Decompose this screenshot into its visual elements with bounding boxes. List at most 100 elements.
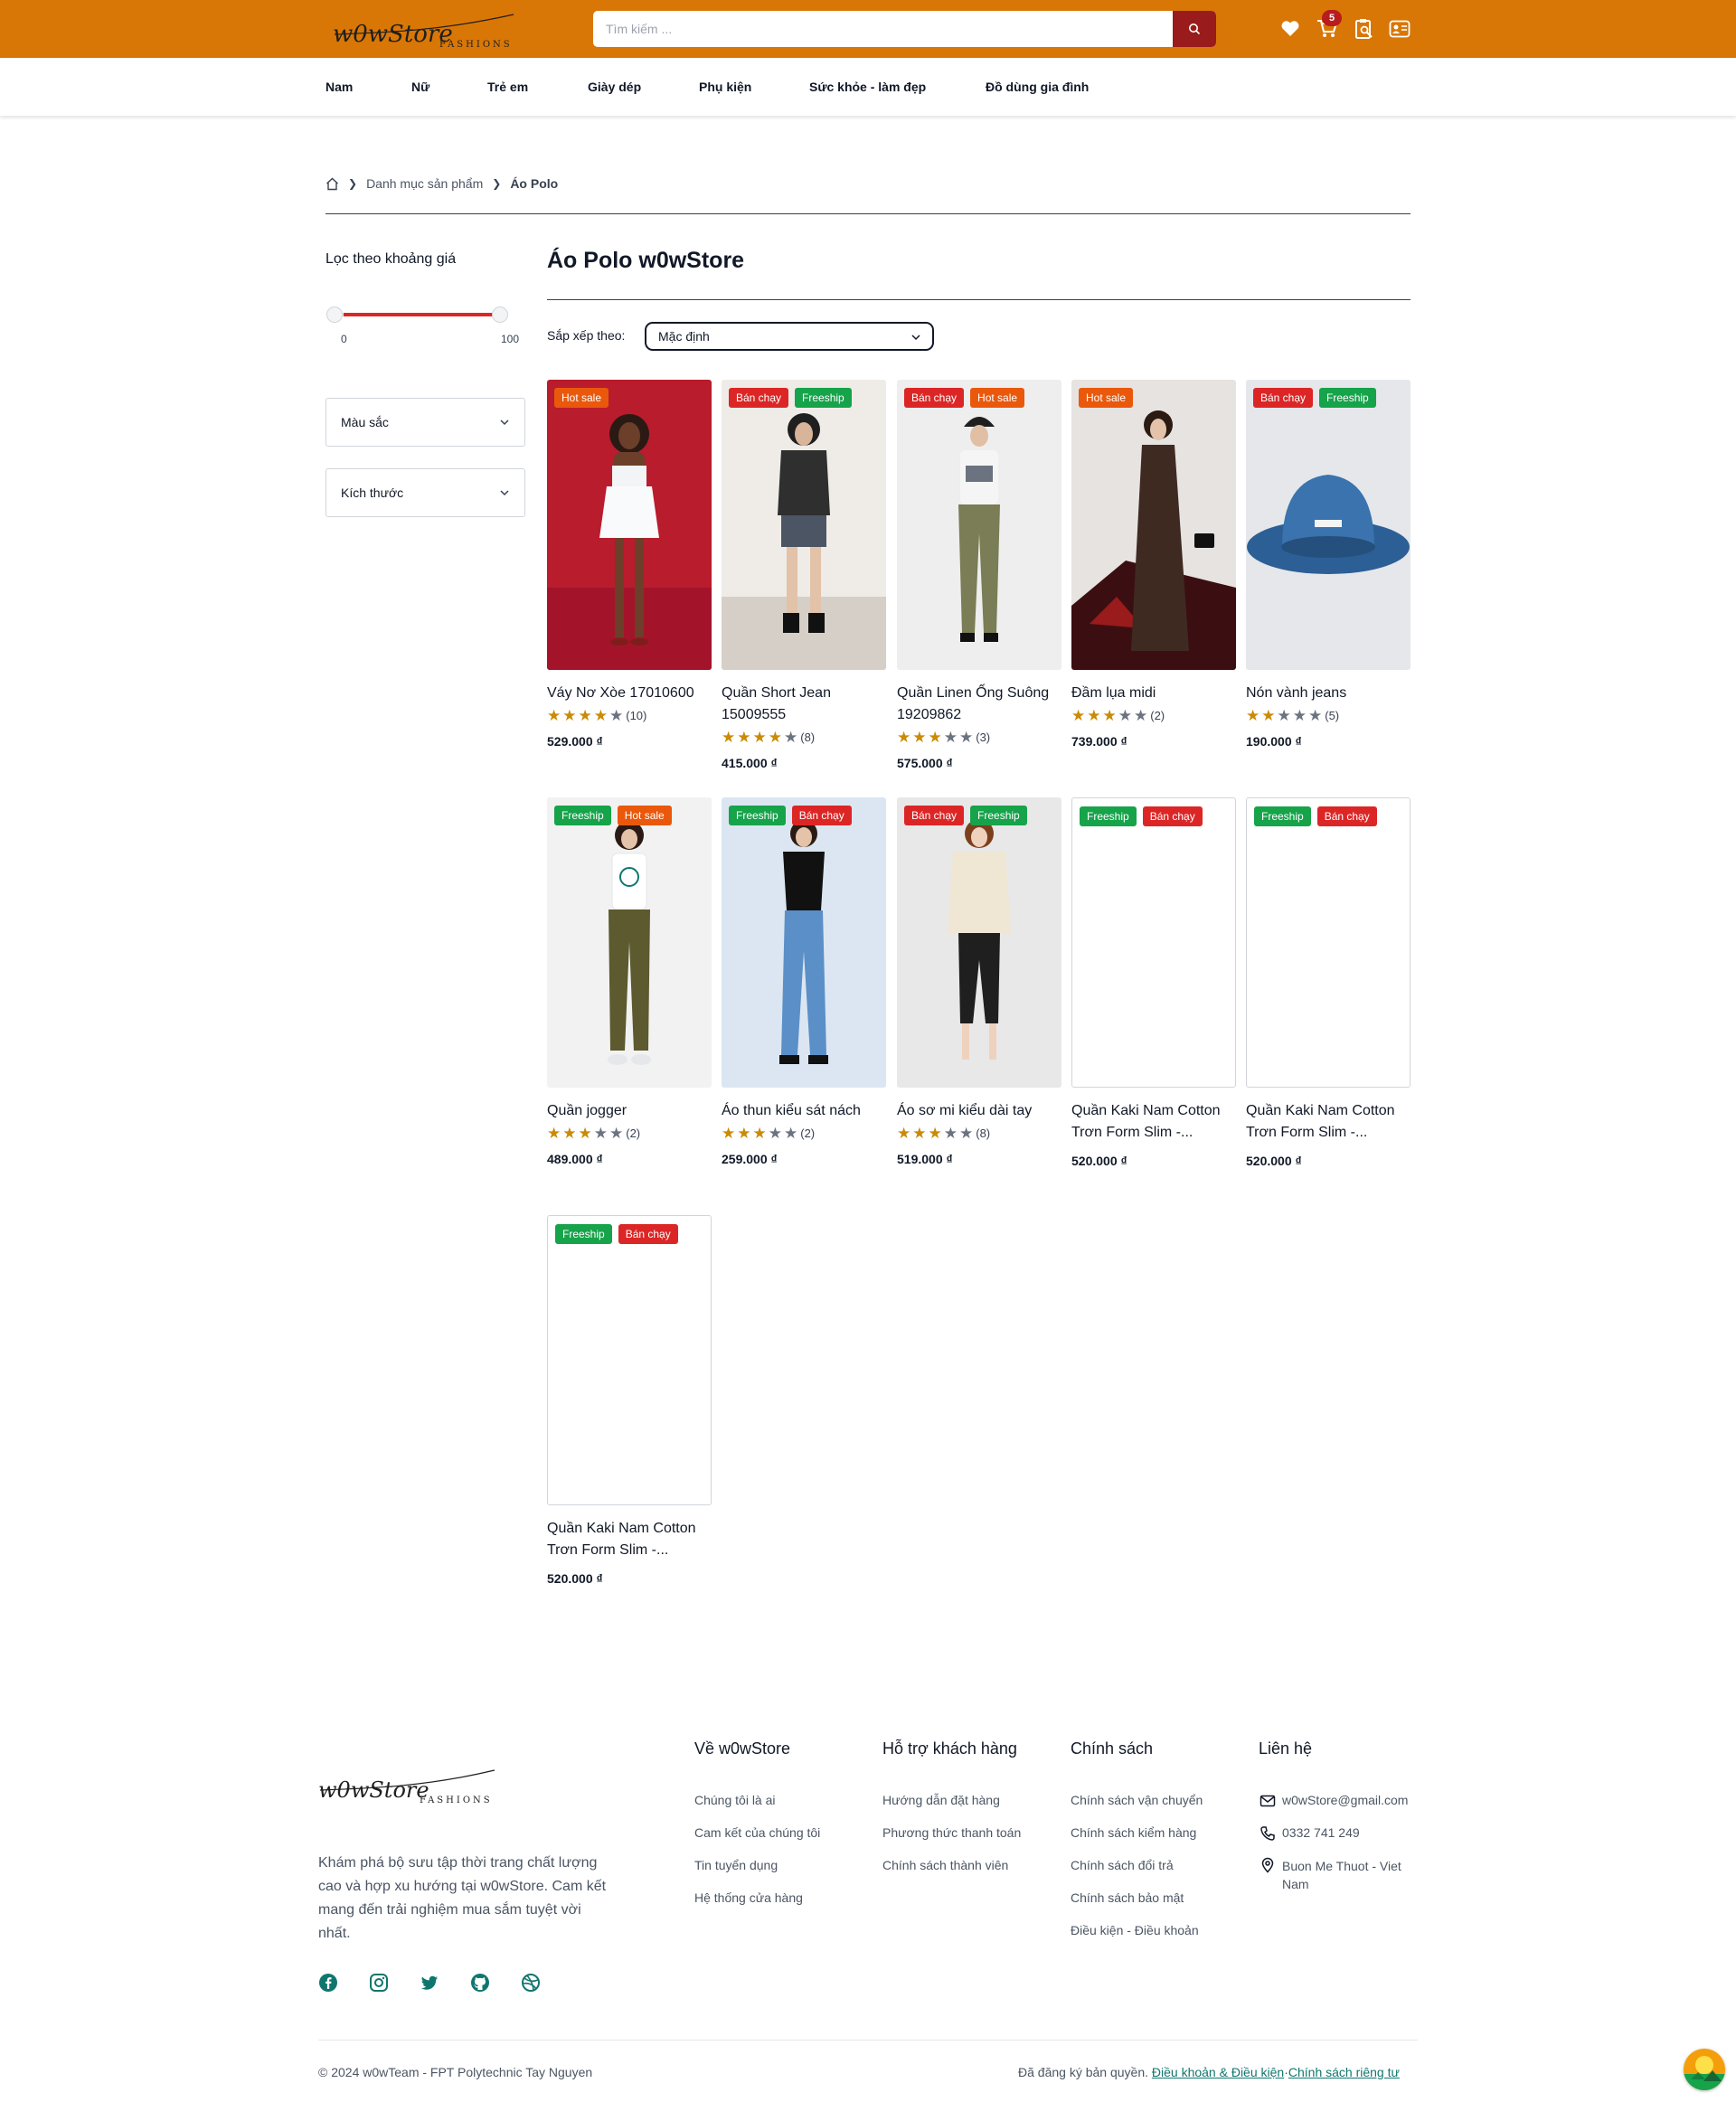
footer-link[interactable]: Hướng dẫn đặt hàng: [882, 1793, 1000, 1807]
terms-link[interactable]: Điều khoản & Điều kiện: [1152, 2065, 1284, 2079]
badge-freeship: Freeship: [554, 806, 611, 825]
chevron-down-icon: [911, 335, 920, 341]
product-name[interactable]: Đầm lụa midi: [1071, 683, 1236, 704]
footer-link[interactable]: Hệ thống cửa hàng: [694, 1890, 803, 1905]
product-card[interactable]: Freeship Bán chạy Quần Kaki Nam Cotton T…: [1246, 797, 1410, 1168]
breadcrumb-category[interactable]: Danh mục sản phẩm: [366, 176, 483, 191]
product-name[interactable]: Áo thun kiểu sát nách: [722, 1100, 886, 1122]
github-icon[interactable]: [470, 1973, 490, 1993]
star-icon: ★: [768, 728, 782, 746]
color-filter-dropdown[interactable]: Màu sắc: [326, 398, 525, 447]
price-range-slider[interactable]: [326, 306, 519, 324]
nav-item-nu[interactable]: Nữ: [411, 80, 429, 94]
product-rating: ★ ★ ★ ★ ★ (10): [547, 706, 712, 724]
size-filter-dropdown[interactable]: Kích thước: [326, 468, 525, 517]
footer-link[interactable]: Chính sách vận chuyển: [1071, 1793, 1203, 1807]
instagram-icon[interactable]: [369, 1973, 389, 1993]
badge-freeship: Freeship: [795, 388, 852, 408]
star-icon: ★: [959, 1124, 974, 1142]
footer-link[interactable]: Chính sách kiểm hàng: [1071, 1825, 1196, 1840]
nav-item-tre-em[interactable]: Trẻ em: [487, 80, 528, 94]
contact-email[interactable]: w0wStore@gmail.com: [1282, 1793, 1408, 1807]
product-name[interactable]: Áo sơ mi kiểu dài tay: [897, 1100, 1061, 1122]
product-card[interactable]: Bán chạy Hot sale Quần Linen Ống Suông 1…: [897, 380, 1061, 770]
user-card-icon[interactable]: [1387, 16, 1412, 42]
footer-logo[interactable]: w0wStore FASHIONS: [318, 1763, 499, 1808]
footer-link[interactable]: Tin tuyển dụng: [694, 1858, 778, 1872]
product-name[interactable]: Váy Nơ Xòe 17010600: [547, 683, 712, 704]
badge-freeship: Freeship: [1319, 388, 1376, 408]
product-card[interactable]: Bán chạy Freeship Nón vành jeans ★ ★ ★ ★ ★ (…: [1246, 380, 1410, 749]
footer-link[interactable]: Chính sách thành viên: [882, 1858, 1008, 1872]
product-image[interactable]: Hot sale: [1071, 380, 1236, 670]
nav-item-giay-dep[interactable]: Giày dép: [588, 80, 641, 94]
product-card[interactable]: Freeship Hot sale Quần jogger ★ ★ ★ ★ ★ (2) …: [547, 797, 712, 1166]
order-search-icon[interactable]: [1352, 16, 1377, 42]
product-image-broken[interactable]: Freeship Bán chạy: [1071, 797, 1236, 1088]
nav-item-nam[interactable]: Nam: [326, 80, 353, 94]
footer-link[interactable]: Chúng tôi là ai: [694, 1793, 776, 1807]
product-image[interactable]: Bán chạy Freeship: [897, 797, 1061, 1088]
nav-item-phu-kien[interactable]: Phụ kiện: [699, 80, 751, 94]
product-price: 529.000 ₫: [547, 734, 603, 749]
contact-phone[interactable]: 0332 741 249: [1282, 1825, 1360, 1840]
product-name[interactable]: Quần Kaki Nam Cotton Trơn Form Slim -...: [547, 1518, 712, 1561]
privacy-link[interactable]: Chính sách riêng tư: [1288, 2065, 1400, 2079]
breadcrumb-current: Áo Polo: [510, 176, 559, 191]
product-card[interactable]: Bán chạy Freeship Áo sơ mi kiểu dài tay …: [897, 797, 1061, 1166]
product-card[interactable]: Bán chạy Freeship Quần Short Jean 150095…: [722, 380, 886, 770]
star-icon: ★: [897, 1124, 911, 1142]
product-name[interactable]: Nón vành jeans: [1246, 683, 1410, 704]
chevron-right-icon: ❯: [492, 177, 502, 190]
product-image[interactable]: Bán chạy Freeship: [722, 380, 886, 670]
badge-best-seller: Bán chạy: [729, 388, 789, 408]
footer-link[interactable]: Chính sách bảo mật: [1071, 1890, 1184, 1905]
divider: [326, 213, 1410, 214]
price-max-label: 100: [501, 333, 520, 345]
product-card[interactable]: Freeship Bán chạy Quần Kaki Nam Cotton T…: [1071, 797, 1236, 1168]
footer-link[interactable]: Chính sách đổi trả: [1071, 1858, 1174, 1872]
search-input[interactable]: [593, 11, 1172, 47]
chevron-down-icon: [500, 419, 509, 426]
star-icon: ★: [562, 706, 577, 724]
product-name[interactable]: Quần Kaki Nam Cotton Trơn Form Slim -...: [1071, 1100, 1236, 1144]
nav-item-suc-khoe[interactable]: Sức khỏe - làm đẹp: [809, 80, 926, 94]
sort-select[interactable]: Mặc định: [645, 322, 934, 351]
legal-links: Đã đăng ký bản quyền. Điều khoản & Điều …: [1018, 2065, 1400, 2079]
product-name[interactable]: Quần Linen Ống Suông 19209862: [897, 683, 1061, 726]
product-image[interactable]: Hot sale: [547, 380, 712, 670]
product-image[interactable]: Bán chạy Freeship: [1246, 380, 1410, 670]
product-card[interactable]: Hot sale Đầm lụa midi ★ ★ ★ ★ ★ (2) 739.000 …: [1071, 380, 1236, 749]
product-card[interactable]: Hot sale Váy Nơ Xòe 17010600 ★ ★ ★ ★ ★ (10) …: [547, 380, 712, 749]
home-icon[interactable]: [326, 177, 339, 191]
product-name[interactable]: Quần Kaki Nam Cotton Trơn Form Slim -...: [1246, 1100, 1410, 1144]
dribbble-icon[interactable]: [521, 1973, 541, 1993]
product-image-broken[interactable]: Freeship Bán chạy: [547, 1215, 712, 1505]
footer-support-title: Hỗ trợ khách hàng: [882, 1739, 1017, 1758]
product-image[interactable]: Freeship Bán chạy: [722, 797, 886, 1088]
star-icon: ★: [1071, 706, 1086, 724]
product-image-broken[interactable]: Freeship Bán chạy: [1246, 797, 1410, 1088]
heart-icon[interactable]: [1278, 16, 1303, 42]
product-name[interactable]: Quần jogger: [547, 1100, 712, 1122]
search-button[interactable]: [1173, 11, 1216, 47]
product-card[interactable]: Freeship Bán chạy Áo thun kiểu sát nách …: [722, 797, 886, 1166]
product-image[interactable]: Bán chạy Hot sale: [897, 380, 1061, 670]
nav-item-do-dung[interactable]: Đồ dùng gia đình: [986, 80, 1089, 94]
product-name[interactable]: Quần Short Jean 15009555: [722, 683, 886, 726]
slider-min-handle[interactable]: [326, 306, 343, 323]
footer-link[interactable]: Điều kiện - Điều khoản: [1071, 1923, 1199, 1937]
slider-max-handle[interactable]: [492, 306, 508, 323]
twitter-icon[interactable]: [420, 1973, 439, 1993]
facebook-icon[interactable]: [318, 1973, 338, 1993]
svg-text:FASHIONS: FASHIONS: [420, 1796, 493, 1805]
badge-best-seller: Bán chạy: [904, 388, 965, 408]
star-icon: ★: [722, 1124, 736, 1142]
product-card[interactable]: Freeship Bán chạy Quần Kaki Nam Cotton T…: [547, 1215, 712, 1586]
footer-link[interactable]: Cam kết của chúng tôi: [694, 1825, 820, 1840]
footer-link[interactable]: Phương thức thanh toán: [882, 1825, 1021, 1840]
floating-chat-button[interactable]: [1684, 2049, 1725, 2090]
product-price: 259.000 ₫: [722, 1152, 778, 1166]
product-image[interactable]: Freeship Hot sale: [547, 797, 712, 1088]
store-logo[interactable]: w0wStore FASHIONS: [333, 7, 523, 52]
